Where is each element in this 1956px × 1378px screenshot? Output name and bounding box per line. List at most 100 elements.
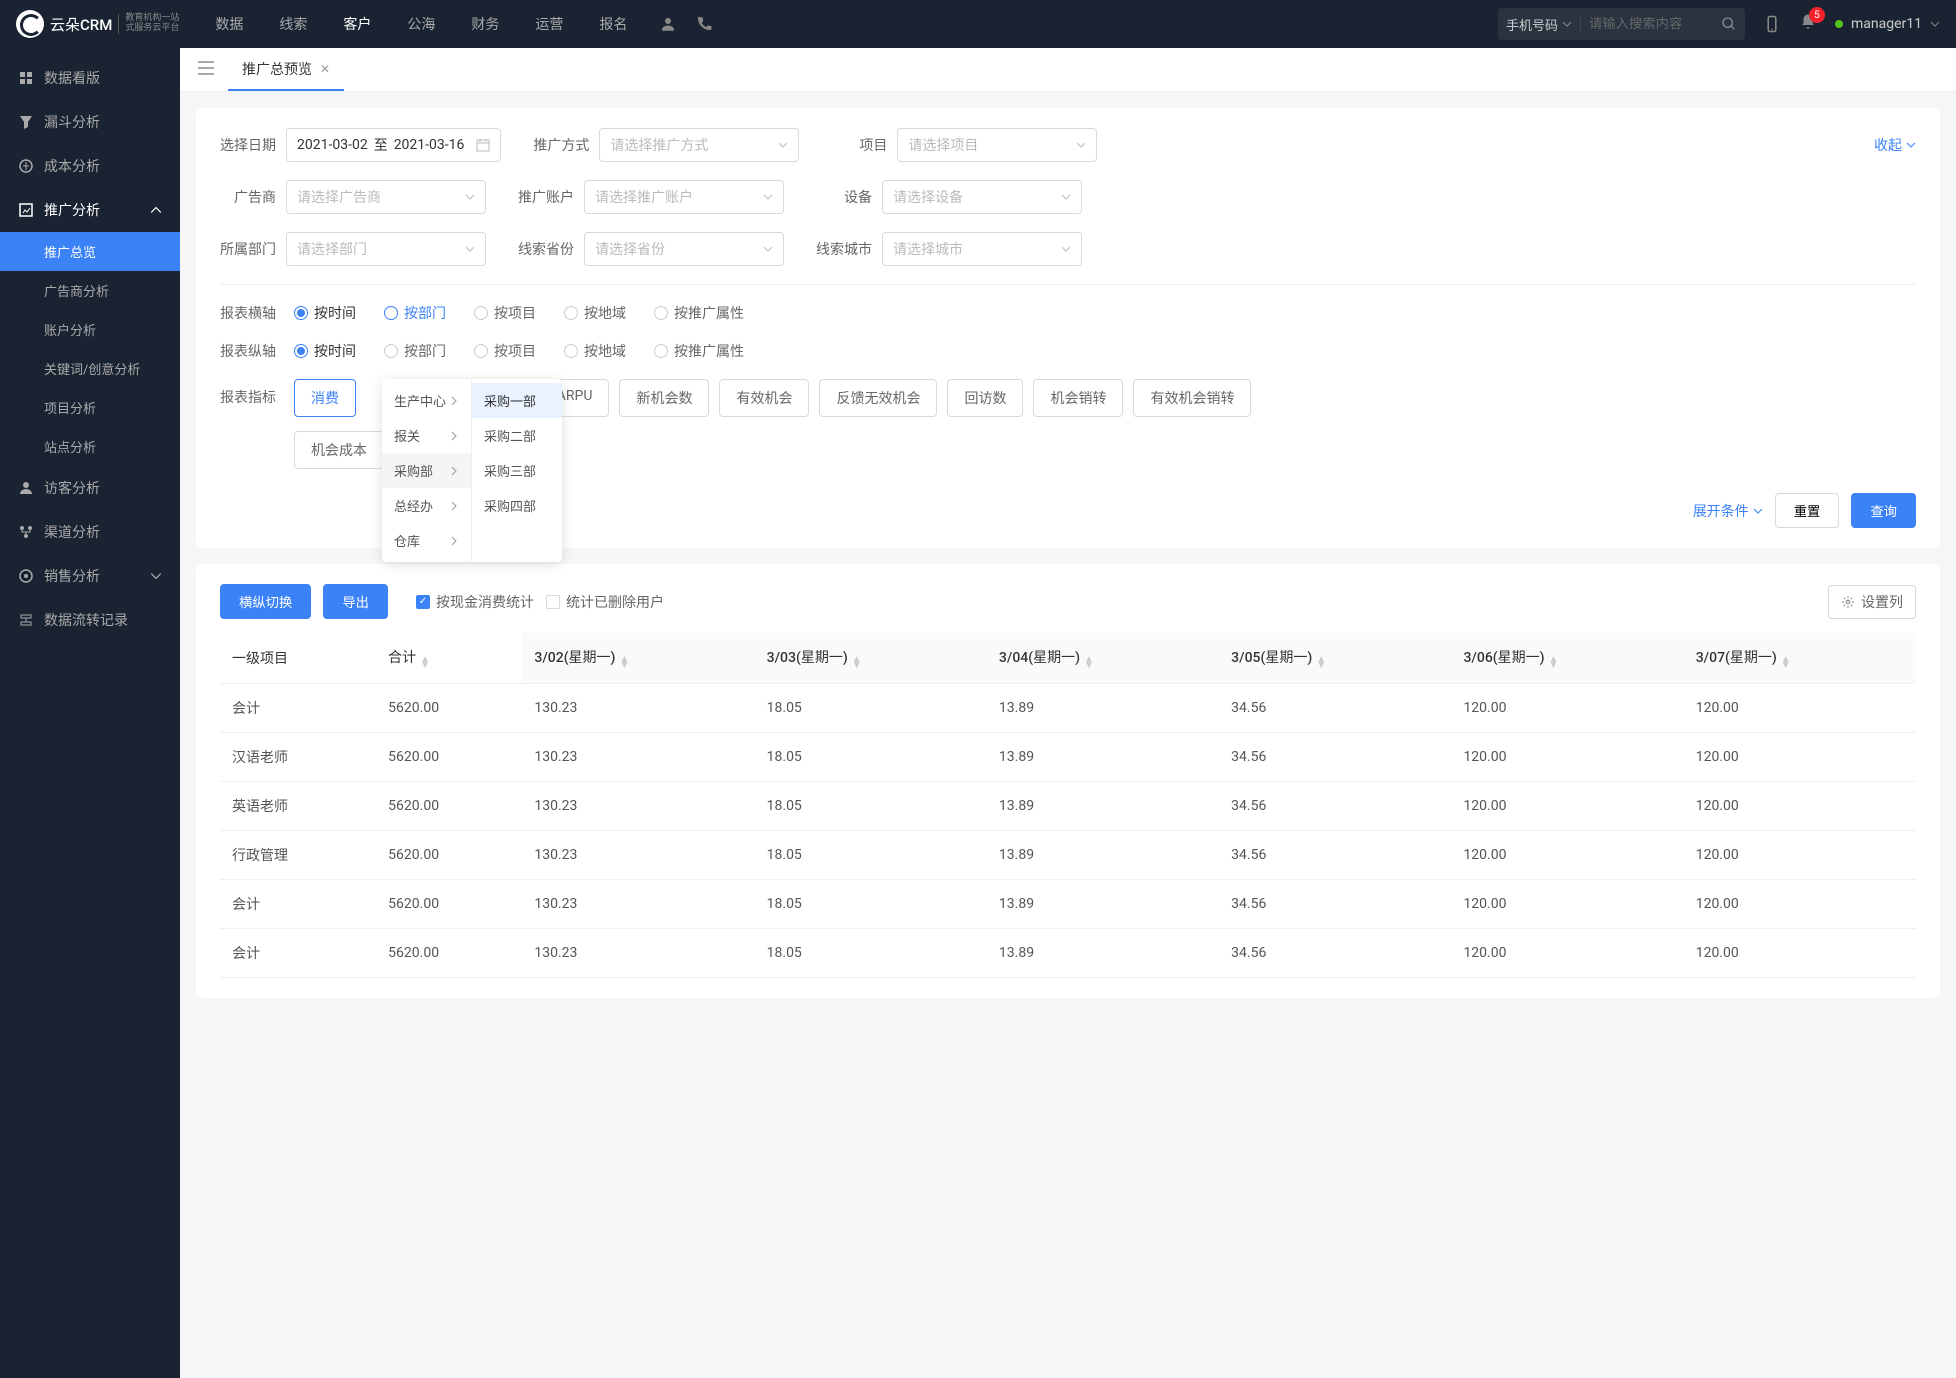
table-header[interactable]: 3/02(星期一)▲▼ [522, 633, 754, 684]
sidebar-subitem[interactable]: 账户分析 [0, 310, 180, 349]
user-icon[interactable] [659, 15, 677, 33]
query-button[interactable]: 查询 [1851, 493, 1916, 528]
cascader-item[interactable]: 报关 [382, 418, 471, 453]
sidebar-item[interactable]: 渠道分析 [0, 510, 180, 554]
phone-icon[interactable] [695, 15, 713, 33]
topnav-item[interactable]: 财务 [467, 14, 503, 34]
topnav-item[interactable]: 客户 [339, 14, 375, 34]
sidebar-toggle[interactable] [192, 55, 220, 85]
metric-button[interactable]: 有效机会 [719, 379, 809, 417]
table-cell: 120.00 [1684, 929, 1916, 978]
logo[interactable]: 云朵CRM 教育机构一站式服务云平台 [16, 10, 179, 38]
device-select[interactable]: 请选择设备 [882, 180, 1082, 214]
table-header[interactable]: 3/05(星期一)▲▼ [1219, 633, 1451, 684]
cash-stat-checkbox[interactable]: 按现金消费统计 [416, 592, 534, 612]
sidebar-subitem[interactable]: 广告商分析 [0, 271, 180, 310]
logo-icon [16, 10, 44, 38]
metric-button[interactable]: 有效机会销转 [1133, 379, 1251, 417]
sidebar-subitem[interactable]: 项目分析 [0, 388, 180, 427]
sidebar-item[interactable]: 销售分析 [0, 554, 180, 598]
table-cell: 120.00 [1451, 929, 1683, 978]
cascader-item[interactable]: 采购二部 [472, 418, 562, 453]
metric-button[interactable]: 新机会数 [619, 379, 709, 417]
topnav-item[interactable]: 公海 [403, 14, 439, 34]
dept-cascader[interactable]: 生产中心报关采购部总经办仓库 采购一部采购二部采购三部采购四部 [382, 379, 562, 562]
search-input[interactable] [1581, 17, 1721, 32]
chevron-right-icon [449, 536, 459, 546]
cascader-item[interactable]: 采购四部 [472, 488, 562, 523]
radio-option[interactable]: 按部门 [384, 303, 446, 323]
metric-button[interactable]: 消费 [294, 379, 356, 417]
date-range-picker[interactable]: 2021-03-02 至 2021-03-16 [286, 128, 501, 162]
radio-icon [384, 306, 398, 320]
radio-option[interactable]: 按项目 [474, 341, 536, 361]
export-button[interactable]: 导出 [323, 584, 388, 619]
tab-close[interactable]: ✕ [320, 62, 330, 76]
radio-option[interactable]: 按时间 [294, 303, 356, 323]
topnav-item[interactable]: 报名 [595, 14, 631, 34]
tab-promo-overview[interactable]: 推广总预览 ✕ [228, 49, 344, 91]
radio-option[interactable]: 按部门 [384, 341, 446, 361]
deleted-user-checkbox[interactable]: 统计已删除用户 [546, 592, 664, 612]
radio-option[interactable]: 按时间 [294, 341, 356, 361]
search-icon[interactable] [1721, 16, 1737, 32]
metric-button[interactable]: 机会成本 [294, 431, 384, 469]
topnav-item[interactable]: 数据 [211, 14, 247, 34]
sidebar-item[interactable]: 访客分析 [0, 466, 180, 510]
radio-option[interactable]: 按地域 [564, 303, 626, 323]
v-axis-label: 报表纵轴 [220, 341, 276, 361]
city-select[interactable]: 请选择城市 [882, 232, 1082, 266]
sidebar-item[interactable]: 成本分析 [0, 144, 180, 188]
radio-option[interactable]: 按地域 [564, 341, 626, 361]
table-header[interactable]: 3/04(星期一)▲▼ [987, 633, 1219, 684]
radio-option[interactable]: 按推广属性 [654, 341, 744, 361]
sidebar-item[interactable]: 漏斗分析 [0, 100, 180, 144]
expand-conditions[interactable]: 展开条件 [1693, 501, 1763, 521]
sidebar-subitem[interactable]: 推广总览 [0, 232, 180, 271]
user-menu[interactable]: manager11 [1835, 16, 1940, 32]
table-header[interactable]: 合计▲▼ [376, 633, 522, 684]
toggle-axis-button[interactable]: 横纵切换 [220, 584, 311, 619]
cascader-item[interactable]: 采购三部 [472, 453, 562, 488]
advertiser-select[interactable]: 请选择广告商 [286, 180, 486, 214]
column-settings-button[interactable]: 设置列 [1828, 585, 1916, 619]
dept-select[interactable]: 请选择部门 [286, 232, 486, 266]
cascader-item[interactable]: 生产中心 [382, 383, 471, 418]
sidebar-subitem[interactable]: 站点分析 [0, 427, 180, 466]
table-header[interactable]: 3/03(星期一)▲▼ [755, 633, 987, 684]
table-cell: 行政管理 [220, 831, 376, 880]
global-search[interactable]: 手机号码 [1498, 8, 1745, 40]
cascader-item[interactable]: 总经办 [382, 488, 471, 523]
mobile-icon[interactable] [1763, 15, 1781, 33]
horizontal-axis-row: 报表横轴 按时间按部门按项目按地域按推广属性 [220, 303, 1916, 323]
cascader-item[interactable]: 采购一部 [472, 383, 562, 418]
method-select[interactable]: 请选择推广方式 [599, 128, 799, 162]
table-header[interactable]: 一级项目 [220, 633, 376, 684]
table-cell: 34.56 [1219, 929, 1451, 978]
account-select[interactable]: 请选择推广账户 [584, 180, 784, 214]
sidebar-subitem[interactable]: 关键词/创意分析 [0, 349, 180, 388]
metric-button[interactable]: 反馈无效机会 [819, 379, 937, 417]
table-header[interactable]: 3/07(星期一)▲▼ [1684, 633, 1916, 684]
topnav-item[interactable]: 线索 [275, 14, 311, 34]
cascader-item[interactable]: 仓库 [382, 523, 471, 558]
chevron-down-icon [1061, 192, 1071, 202]
project-select[interactable]: 请选择项目 [897, 128, 1097, 162]
search-type-select[interactable]: 手机号码 [1506, 15, 1581, 34]
sidebar-item[interactable]: 推广分析 [0, 188, 180, 232]
topnav-item[interactable]: 运营 [531, 14, 567, 34]
metric-button[interactable]: 回访数 [947, 379, 1023, 417]
promo-icon [18, 202, 34, 218]
collapse-filters[interactable]: 收起 [1874, 135, 1916, 155]
table-cell: 130.23 [522, 684, 754, 733]
table-header[interactable]: 3/06(星期一)▲▼ [1451, 633, 1683, 684]
cascader-item[interactable]: 采购部 [382, 453, 471, 488]
metric-button[interactable]: 机会销转 [1033, 379, 1123, 417]
notifications[interactable]: 5 [1799, 13, 1817, 35]
province-select[interactable]: 请选择省份 [584, 232, 784, 266]
reset-button[interactable]: 重置 [1775, 493, 1840, 528]
radio-option[interactable]: 按推广属性 [654, 303, 744, 323]
sidebar-item[interactable]: 数据流转记录 [0, 598, 180, 642]
radio-option[interactable]: 按项目 [474, 303, 536, 323]
sidebar-item[interactable]: 数据看版 [0, 56, 180, 100]
